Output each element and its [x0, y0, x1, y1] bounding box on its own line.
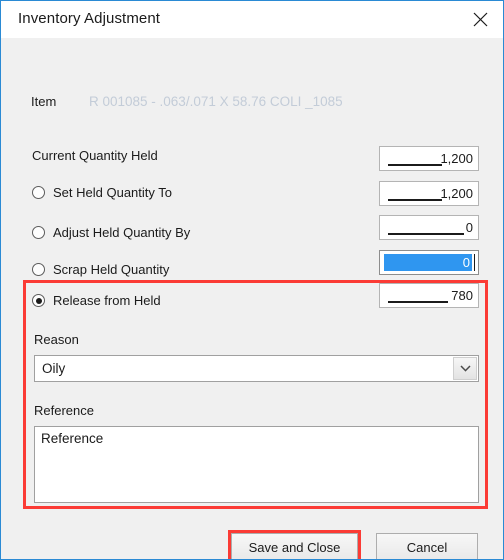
close-button[interactable]	[458, 1, 503, 38]
field-value: 780	[451, 288, 473, 303]
close-icon	[473, 12, 488, 27]
divider	[1, 130, 503, 131]
radio-adjust-held-quantity-by[interactable]	[32, 226, 45, 239]
save-and-close-button[interactable]: Save and Close	[231, 533, 358, 559]
text-selection-highlight	[384, 254, 472, 271]
reason-selected-value: Oily	[42, 361, 66, 376]
dialog-body: Item R 001085 - .063/.071 X 58.76 COLI _…	[1, 38, 503, 559]
release-from-held-label: Release from Held	[53, 293, 161, 308]
release-from-held-field[interactable]: 780	[379, 283, 479, 308]
reason-dropdown[interactable]: Oily	[34, 355, 479, 382]
radio-set-held-quantity-to[interactable]	[32, 186, 45, 199]
radio-release-from-held[interactable]	[32, 294, 45, 307]
field-value: 0	[462, 255, 470, 270]
reference-label: Reference	[34, 403, 94, 418]
radio-scrap-held-quantity[interactable]	[32, 263, 45, 276]
scrap-held-quantity-label: Scrap Held Quantity	[53, 262, 170, 277]
adjust-held-quantity-by-field[interactable]: 0	[379, 215, 479, 240]
set-held-quantity-to-label: Set Held Quantity To	[53, 185, 172, 200]
set-held-quantity-to-field[interactable]: 1,200	[379, 181, 479, 206]
reason-label: Reason	[34, 332, 79, 347]
field-mask	[388, 301, 448, 303]
field-mask	[388, 199, 442, 201]
field-mask	[388, 233, 464, 235]
scrap-held-quantity-field[interactable]: 0	[379, 250, 479, 275]
reason-dropdown-button[interactable]	[453, 357, 477, 380]
field-value: 0	[465, 220, 473, 235]
chevron-down-icon	[459, 365, 471, 372]
current-quantity-held-label: Current Quantity Held	[32, 148, 158, 163]
cancel-button[interactable]: Cancel	[376, 533, 478, 559]
text-caret	[474, 254, 475, 271]
inventory-adjustment-dialog: Inventory Adjustment Item R 001085 - .06…	[0, 0, 504, 560]
field-value: 1,200	[440, 151, 473, 166]
adjust-held-quantity-by-label: Adjust Held Quantity By	[53, 225, 191, 240]
reference-textarea[interactable]: Reference	[34, 426, 479, 503]
item-label: Item	[31, 94, 57, 109]
current-quantity-held-field[interactable]: 1,200	[379, 146, 479, 171]
field-value: 1,200	[440, 186, 473, 201]
item-value: R 001085 - .063/.071 X 58.76 COLI _1085	[89, 94, 343, 109]
reference-value: Reference	[41, 431, 104, 446]
field-mask	[388, 164, 442, 166]
titlebar: Inventory Adjustment	[1, 1, 503, 38]
window-title: Inventory Adjustment	[18, 10, 161, 27]
